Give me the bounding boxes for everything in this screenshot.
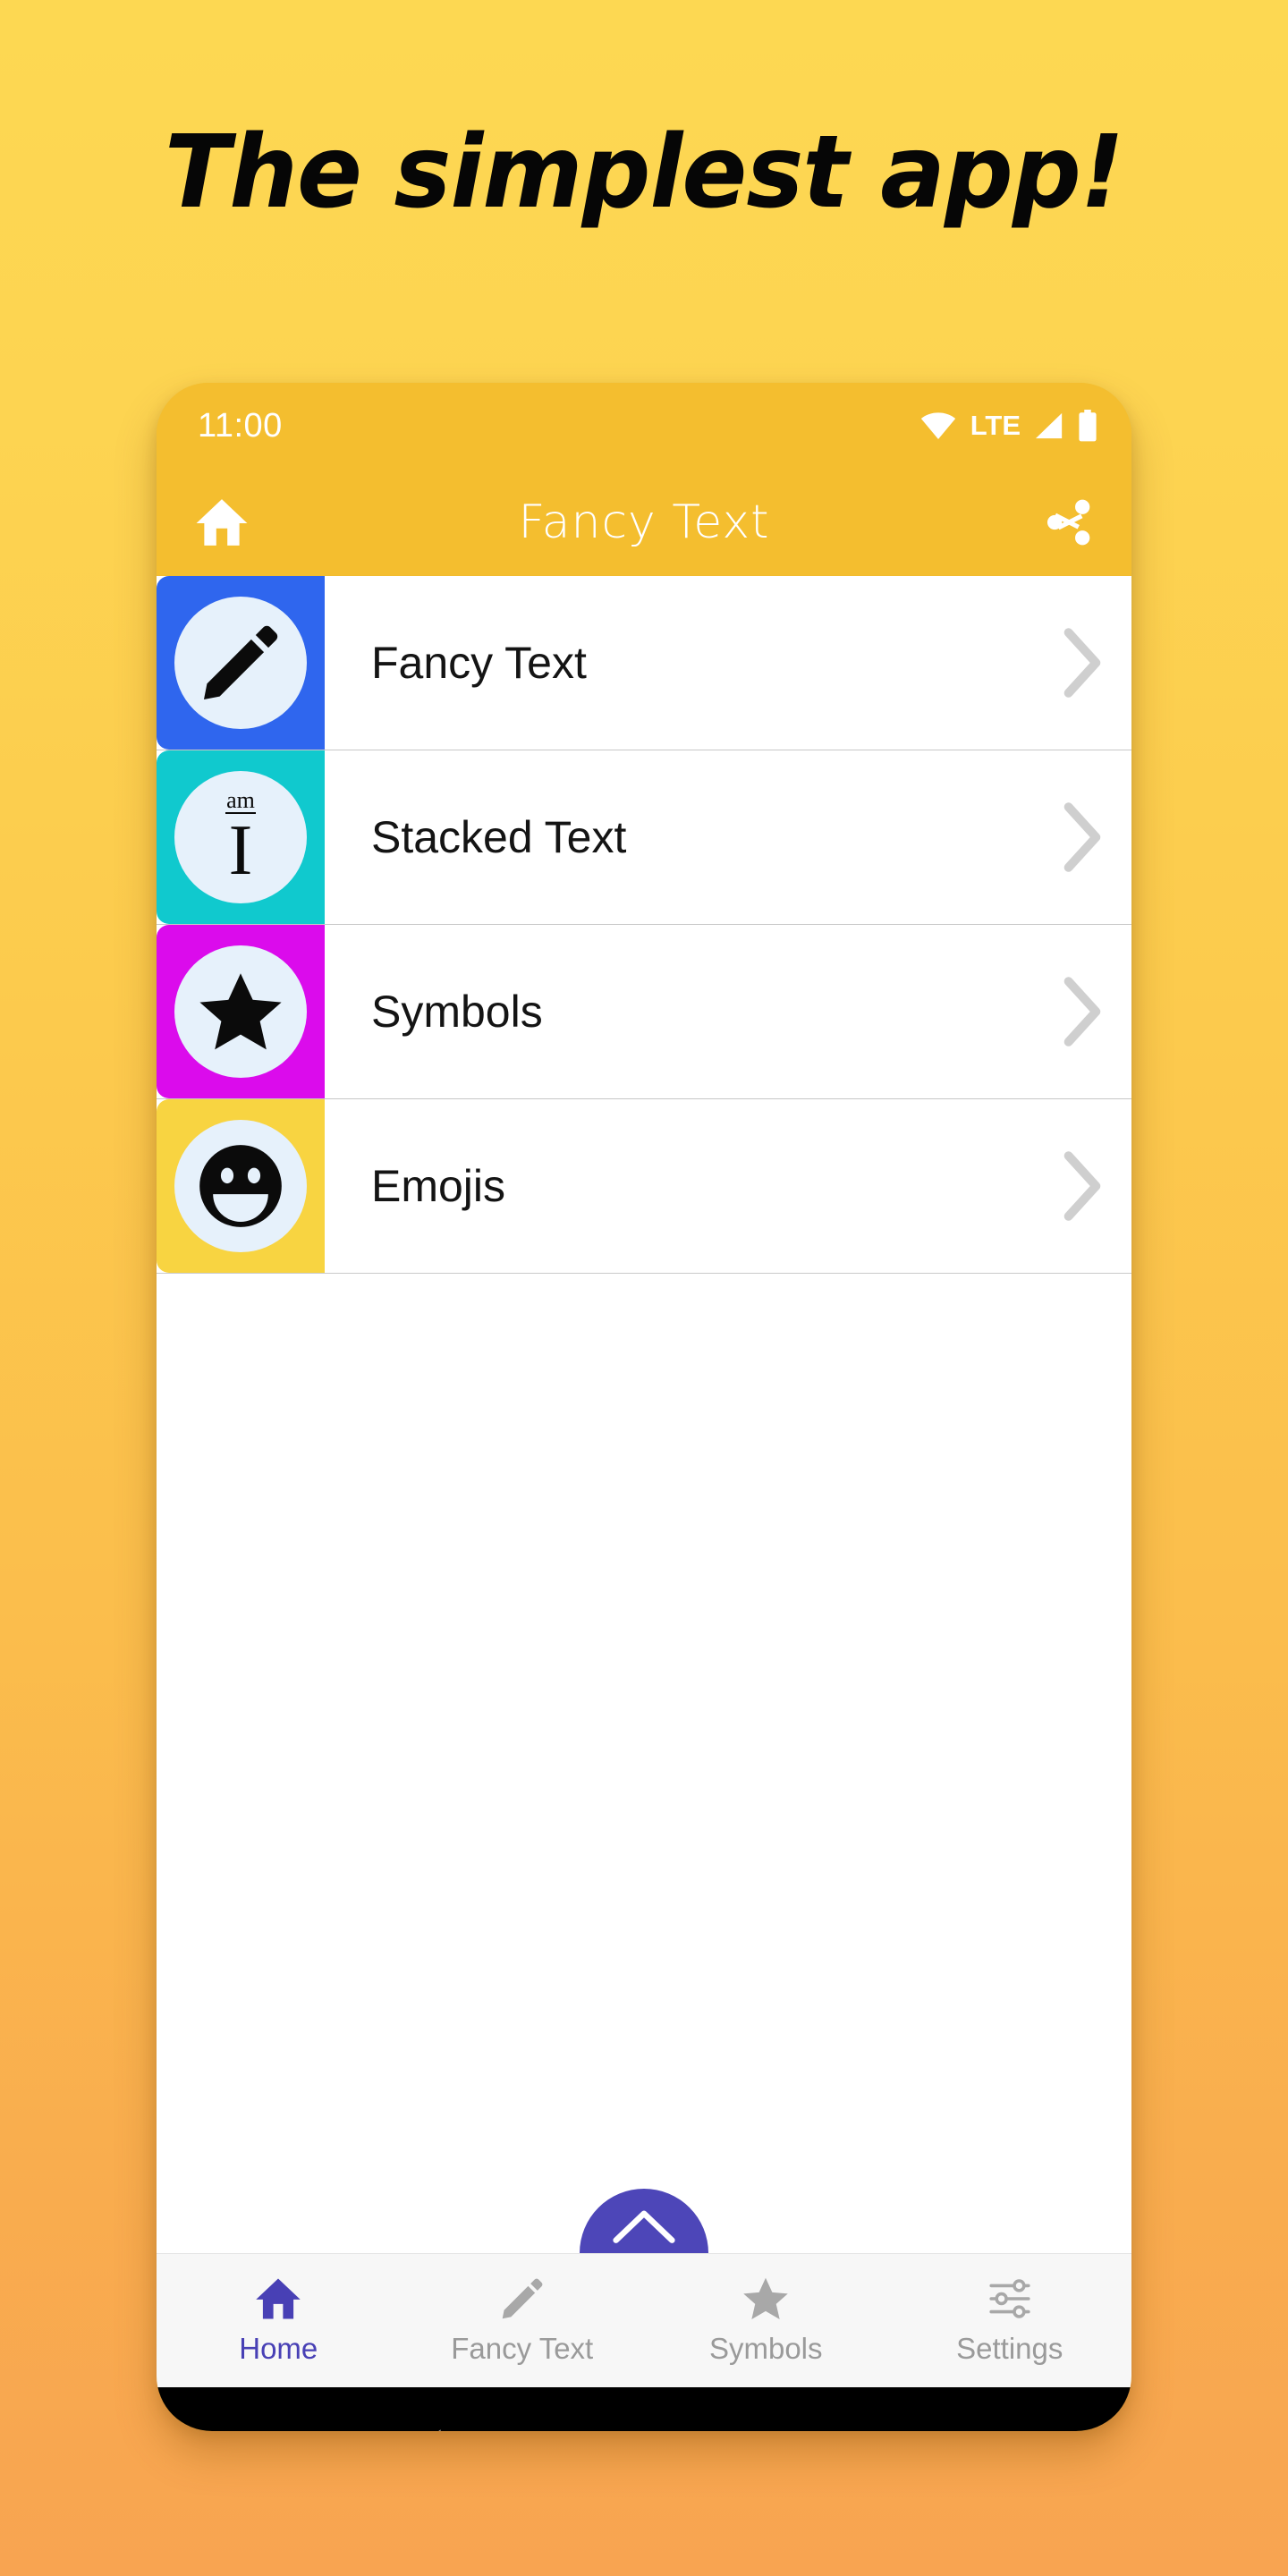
nav-item-label: Home <box>239 2331 318 2365</box>
list-item[interactable]: Symbols <box>157 925 1131 1099</box>
signal-icon <box>1036 412 1063 439</box>
home-icon <box>256 2278 301 2318</box>
list-item-chevron <box>1033 801 1131 873</box>
chevron-right-icon <box>1063 628 1101 698</box>
pencil-icon <box>203 625 278 700</box>
recents-square-icon[interactable] <box>844 2428 880 2431</box>
list-item-chevron <box>1033 1150 1131 1222</box>
nav-item-fancy-text[interactable]: Fancy Text <box>401 2276 645 2366</box>
list-item[interactable]: Fancy Text <box>157 576 1131 750</box>
icon-disc <box>174 597 307 729</box>
nav-item-symbols[interactable]: Symbols <box>644 2276 888 2366</box>
chevron-right-icon <box>1063 802 1101 872</box>
network-type-label: LTE <box>970 410 1021 441</box>
star-icon <box>199 973 282 1050</box>
list-item[interactable]: Emojis <box>157 1099 1131 1274</box>
list-item-label: Symbols <box>371 987 543 1037</box>
nav-item-label: Fancy Text <box>451 2331 594 2365</box>
back-triangle-icon[interactable] <box>408 2428 449 2431</box>
nav-item-home[interactable]: Home <box>157 2276 401 2366</box>
icon-disc <box>174 945 307 1078</box>
chevron-up-icon <box>613 2210 675 2243</box>
stacked-text-bottom: I <box>228 810 253 890</box>
list-item-chevron <box>1033 976 1131 1047</box>
star-icon <box>743 2277 789 2319</box>
stacked-text-icon: am I <box>225 786 256 890</box>
sliders-icon <box>989 2278 1030 2318</box>
android-system-nav <box>157 2387 1131 2431</box>
phone-mockup: 11:00 LTE Fancy Text Fancy Text am I Sta… <box>157 383 1131 2431</box>
nav-item-settings[interactable]: Settings <box>888 2276 1132 2366</box>
list-item-tile <box>157 1099 325 1273</box>
share-icon[interactable] <box>1044 496 1094 548</box>
home-icon[interactable] <box>194 496 250 548</box>
status-clock: 11:00 <box>198 406 283 445</box>
nav-item-label: Settings <box>956 2331 1063 2365</box>
home-circle-icon[interactable] <box>629 2428 665 2431</box>
list-item-label: Stacked Text <box>371 812 627 862</box>
app-bar: Fancy Text <box>157 469 1131 576</box>
list-item-tile: am I <box>157 750 325 924</box>
smiley-icon <box>199 1145 282 1227</box>
status-bar: 11:00 LTE <box>157 383 1131 469</box>
app-bar-title: Fancy Text <box>518 496 770 549</box>
list-item[interactable]: am I Stacked Text <box>157 750 1131 925</box>
status-icons: LTE <box>919 410 1097 442</box>
list-item-tile <box>157 576 325 750</box>
promo-headline: The simplest app! <box>165 114 1124 231</box>
menu-list: Fancy Text am I Stacked Text Symbols Emo… <box>157 576 1131 1274</box>
chevron-right-icon <box>1063 1151 1101 1221</box>
scroll-up-fab[interactable] <box>580 2189 708 2253</box>
battery-icon <box>1079 410 1097 442</box>
empty-content-area <box>157 1274 1131 2253</box>
icon-disc <box>174 1120 307 1252</box>
list-item-label: Emojis <box>371 1161 506 1211</box>
stacked-text-top: am <box>225 786 256 814</box>
wifi-icon <box>920 412 955 439</box>
icon-disc: am I <box>174 771 307 903</box>
list-item-chevron <box>1033 627 1131 699</box>
pencil-icon <box>502 2278 543 2318</box>
nav-item-label: Symbols <box>708 2331 823 2365</box>
bottom-navigation: Home Fancy Text Symbols Settings <box>157 2253 1131 2387</box>
list-item-tile <box>157 925 325 1098</box>
chevron-right-icon <box>1063 977 1101 1046</box>
list-item-label: Fancy Text <box>371 638 587 688</box>
